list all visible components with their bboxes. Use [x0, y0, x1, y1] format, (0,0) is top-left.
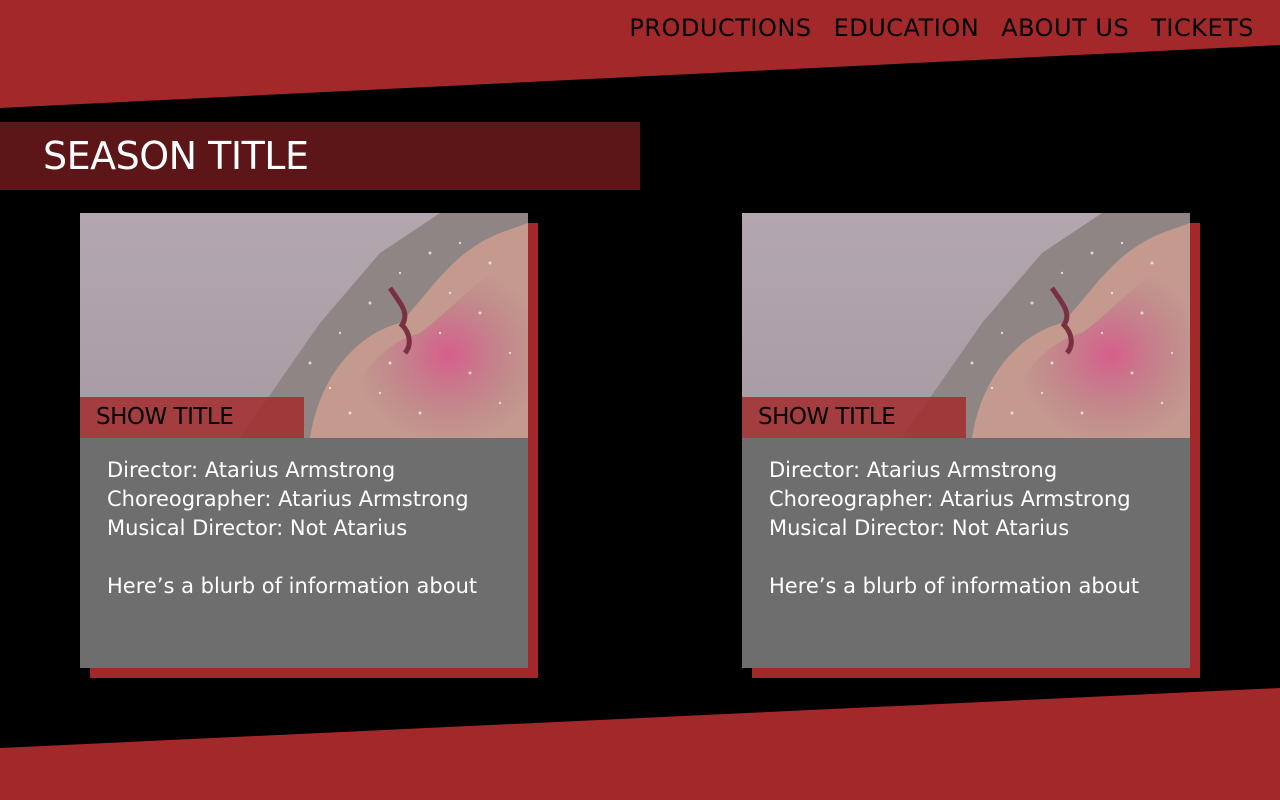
- director-line: Director: Atarius Armstrong: [769, 458, 1058, 482]
- show-title: SHOW TITLE: [96, 404, 234, 430]
- main-nav: PRODUCTIONS EDUCATION ABOUT US TICKETS: [629, 14, 1254, 42]
- show-card[interactable]: SHOW TITLE Director: Atarius Armstrong C…: [80, 213, 528, 668]
- show-title: SHOW TITLE: [758, 404, 896, 430]
- nav-education[interactable]: EDUCATION: [834, 14, 980, 42]
- season-header: SEASON TITLE: [0, 122, 640, 190]
- show-card-2: SHOW TITLE Director: Atarius Armstrong C…: [742, 213, 1200, 678]
- show-info: Director: Atarius Armstrong Choreographe…: [769, 456, 1139, 601]
- choreographer-line: Choreographer: Atarius Armstrong: [769, 487, 1131, 511]
- musical-director-line: Musical Director: Not Atarius: [107, 516, 408, 540]
- nav-productions[interactable]: PRODUCTIONS: [629, 14, 811, 42]
- nav-tickets[interactable]: TICKETS: [1151, 14, 1254, 42]
- director-line: Director: Atarius Armstrong: [107, 458, 396, 482]
- choreographer-line: Choreographer: Atarius Armstrong: [107, 487, 469, 511]
- show-photo: SHOW TITLE: [742, 213, 1190, 438]
- nav-about-us[interactable]: ABOUT US: [1001, 14, 1129, 42]
- show-blurb: Here’s a blurb of information about: [107, 574, 478, 598]
- show-photo: SHOW TITLE: [80, 213, 528, 438]
- show-title-banner: SHOW TITLE: [80, 397, 304, 438]
- show-blurb: Here’s a blurb of information about: [769, 574, 1140, 598]
- show-card-1: SHOW TITLE Director: Atarius Armstrong C…: [80, 213, 538, 678]
- show-card[interactable]: SHOW TITLE Director: Atarius Armstrong C…: [742, 213, 1190, 668]
- season-title: SEASON TITLE: [43, 134, 309, 178]
- show-info: Director: Atarius Armstrong Choreographe…: [107, 456, 477, 601]
- bottom-red-band: [0, 688, 1280, 800]
- show-title-banner: SHOW TITLE: [742, 397, 966, 438]
- musical-director-line: Musical Director: Not Atarius: [769, 516, 1070, 540]
